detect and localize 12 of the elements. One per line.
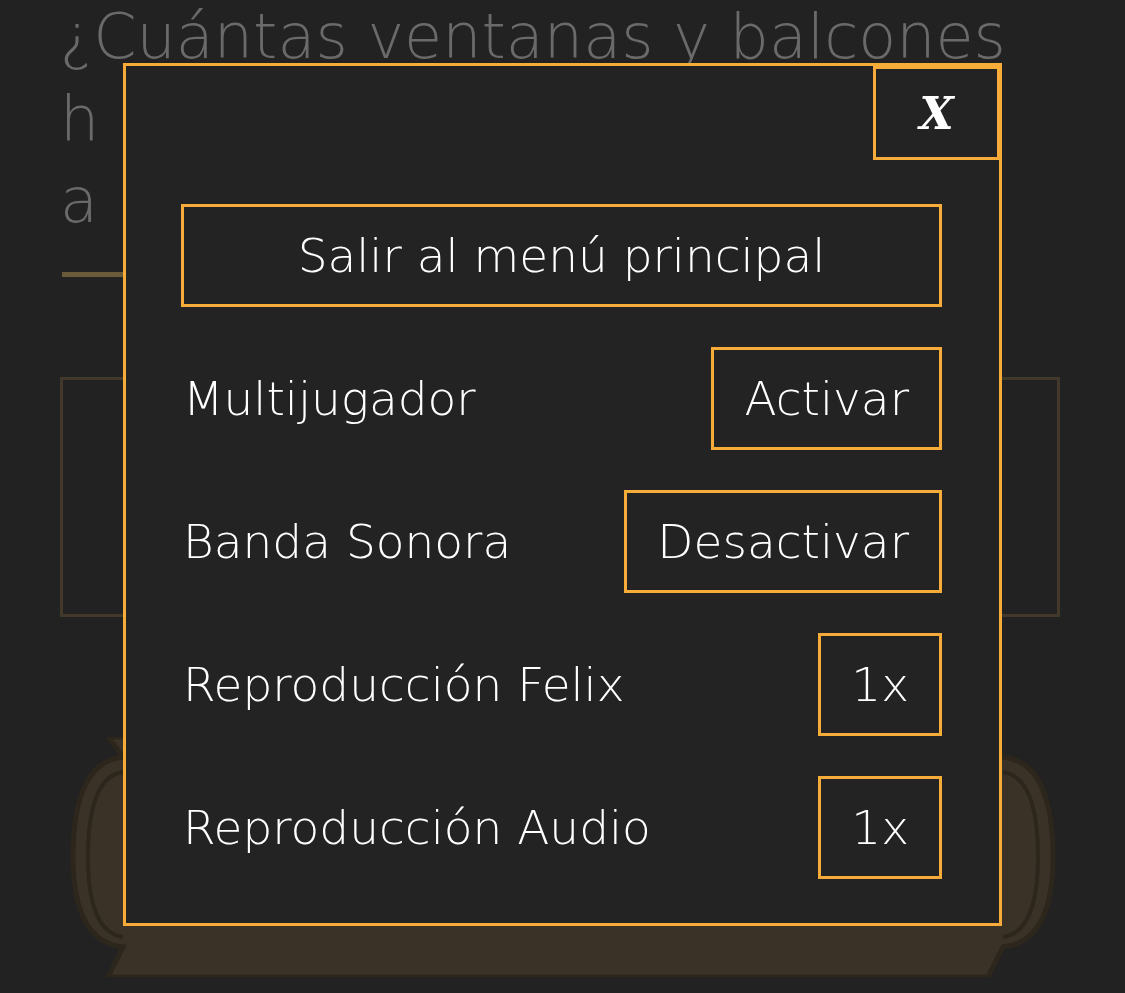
setting-label: Multijugador	[183, 371, 476, 426]
setting-button[interactable]: 1x	[818, 633, 942, 736]
main-menu-button[interactable]: Salir al menú principal	[181, 204, 942, 307]
question-text: a	[60, 163, 98, 239]
setting-button[interactable]: Activar	[711, 347, 942, 450]
question-text: h	[60, 81, 100, 157]
setting-button[interactable]: 1x	[818, 776, 942, 879]
close-button[interactable]: X	[873, 66, 1000, 160]
setting-button[interactable]: Desactivar	[624, 490, 942, 593]
setting-label: Banda Sonora	[183, 514, 512, 569]
setting-label: Reproducción Felix	[183, 657, 625, 712]
setting-label: Reproducción Audio	[183, 800, 651, 855]
